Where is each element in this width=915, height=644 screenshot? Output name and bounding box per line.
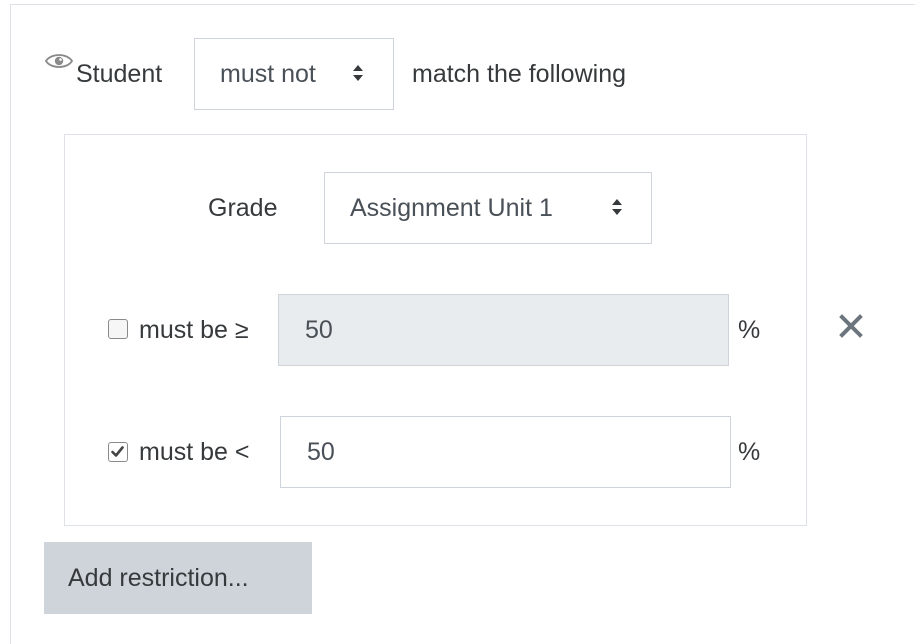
grade-label: Grade: [208, 194, 278, 222]
select-caret-icon: [352, 58, 364, 90]
max-grade-checkbox[interactable]: [108, 442, 128, 462]
min-grade-label: must be ≥: [139, 316, 249, 344]
max-grade-label: must be <: [139, 438, 250, 466]
min-grade-checkbox[interactable]: [108, 319, 128, 339]
grade-item-value: Assignment Unit 1: [350, 194, 553, 222]
max-grade-input[interactable]: [280, 416, 731, 488]
grade-item-select[interactable]: Assignment Unit 1: [324, 172, 652, 244]
eye-icon[interactable]: [44, 51, 74, 71]
close-icon[interactable]: [838, 313, 864, 339]
restriction-mode-select[interactable]: must not: [194, 38, 394, 110]
min-grade-input[interactable]: [278, 294, 729, 366]
subject-label: Student: [76, 60, 163, 88]
match-label: match the following: [412, 60, 627, 88]
add-restriction-button[interactable]: Add restriction...: [44, 542, 312, 614]
max-grade-unit: %: [738, 438, 761, 466]
min-grade-unit: %: [738, 316, 761, 344]
select-caret-icon: [611, 192, 623, 224]
restriction-mode-value: must not: [220, 60, 316, 88]
